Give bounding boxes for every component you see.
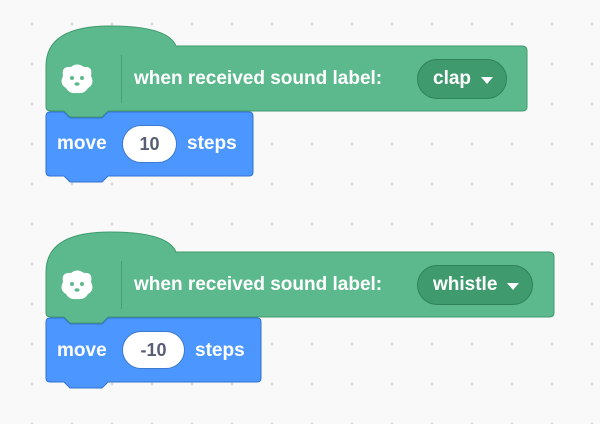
- move-label: move: [57, 340, 107, 361]
- ml-sound-icon: [52, 261, 102, 309]
- sound-label-dropdown[interactable]: whistle: [417, 265, 534, 305]
- sound-label-value: whistle: [433, 274, 498, 295]
- hat-label: when received sound label:: [134, 274, 383, 295]
- steps-input[interactable]: -10: [122, 331, 185, 369]
- dropdown-caret-icon: [507, 282, 520, 290]
- hat-divider: [121, 261, 122, 309]
- steps-label: steps: [195, 340, 245, 361]
